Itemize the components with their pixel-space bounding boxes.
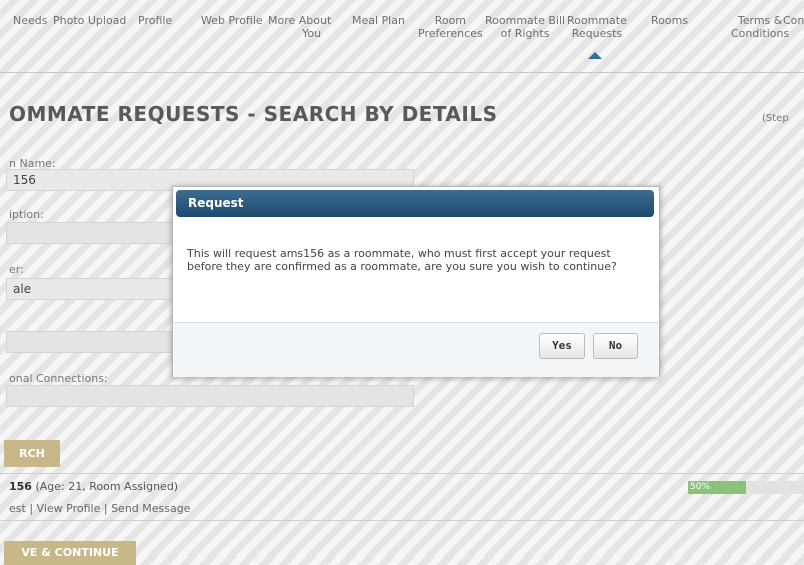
nav-item-roommate-requests[interactable]: Roommate Requests bbox=[567, 14, 627, 40]
dialog-title: Request bbox=[188, 196, 244, 210]
nav-item-line: Roommate bbox=[567, 14, 627, 27]
result-username: 156 bbox=[9, 480, 32, 493]
nav-item-con[interactable]: Con bbox=[783, 14, 804, 27]
nav-item-room-preferences[interactable]: Room Preferences bbox=[418, 14, 483, 40]
send-message-link[interactable]: Send Message bbox=[111, 502, 190, 515]
result-details: (Age: 21, Room Assigned) bbox=[35, 480, 179, 493]
connections-label: onal Connections: bbox=[9, 372, 108, 385]
nav-item-line: Requests bbox=[571, 27, 623, 40]
result-actions: est | View Profile | Send Message bbox=[9, 502, 190, 515]
nav-item-rooms[interactable]: Rooms bbox=[651, 14, 688, 27]
nav-item-needs[interactable]: Needs bbox=[13, 14, 47, 27]
nav-item-line: You bbox=[302, 27, 322, 40]
connections-input[interactable] bbox=[6, 385, 414, 407]
nav-item-photo-upload[interactable]: Photo Upload bbox=[53, 14, 126, 27]
nav-item-line: Room bbox=[434, 14, 467, 27]
separator: | bbox=[29, 502, 34, 515]
nav-item-roommate-bill-of-rights[interactable]: Roommate Bill of Rights bbox=[485, 14, 565, 40]
active-tab-caret-icon bbox=[588, 52, 602, 59]
dialog-footer bbox=[173, 322, 659, 377]
nav-item-line: of Rights bbox=[500, 27, 550, 40]
gender-label: er: bbox=[9, 263, 24, 276]
result-summary: 156 (Age: 21, Room Assigned) bbox=[9, 480, 178, 493]
nav-item-meal-plan[interactable]: Meal Plan bbox=[352, 14, 405, 27]
divider bbox=[0, 520, 804, 521]
nav-item-terms-conditions[interactable]: Terms & Conditions bbox=[731, 14, 789, 40]
separator: | bbox=[103, 502, 108, 515]
description-label: iption: bbox=[9, 208, 44, 221]
nav-item-more-about-you[interactable]: More About You bbox=[268, 14, 331, 40]
yes-button[interactable]: Yes bbox=[539, 333, 585, 359]
dialog-message: This will request ams156 as a roommate, … bbox=[187, 247, 617, 273]
search-button[interactable]: RCH bbox=[4, 440, 60, 467]
nav-item-line: Preferences bbox=[418, 27, 483, 40]
nav-item-line: More About bbox=[268, 14, 332, 27]
nav-item-line: Terms & bbox=[737, 14, 783, 27]
divider bbox=[0, 473, 804, 474]
page-title: OMMATE REQUESTS - SEARCH BY DETAILS bbox=[9, 102, 498, 126]
save-continue-button[interactable]: VE & CONTINUE bbox=[4, 541, 136, 565]
no-button[interactable]: No bbox=[593, 333, 638, 359]
nav-item-line: Conditions bbox=[731, 27, 790, 40]
request-link[interactable]: est bbox=[9, 502, 26, 515]
step-indicator: (Step bbox=[762, 113, 789, 124]
nav-item-web-profile[interactable]: Web Profile bbox=[201, 14, 263, 27]
match-progress-bar: 50% bbox=[688, 481, 804, 494]
view-profile-link[interactable]: View Profile bbox=[37, 502, 101, 515]
nav-item-profile[interactable]: Profile bbox=[138, 14, 172, 27]
dialog-header: Request bbox=[176, 190, 654, 217]
request-dialog: Request This will request ams156 as a ro… bbox=[172, 186, 660, 377]
top-nav: Needs Photo Upload Profile Web Profile M… bbox=[0, 0, 804, 73]
nav-item-line: Roommate Bill bbox=[485, 14, 566, 27]
match-progress-fill: 50% bbox=[688, 481, 746, 494]
